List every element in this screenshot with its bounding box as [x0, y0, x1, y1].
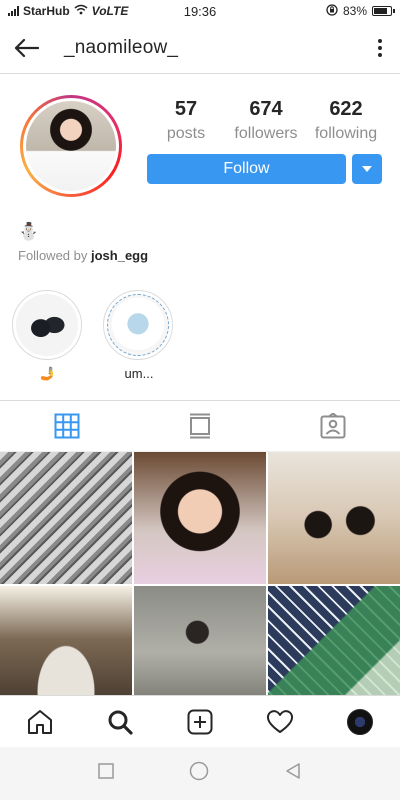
profile-avatar: [26, 101, 116, 191]
followers-count: 674: [249, 98, 283, 120]
tagged-icon: [320, 413, 346, 439]
highlight-label: um...: [124, 366, 154, 381]
profile-avatar-story-ring[interactable]: [20, 95, 122, 197]
follow-button[interactable]: Follow: [147, 154, 346, 184]
nav-home[interactable]: [0, 696, 80, 747]
feed-view-icon: [189, 413, 210, 439]
profile-username: _naomileow_: [64, 36, 179, 58]
post-thumbnail[interactable]: [134, 586, 266, 695]
post-thumbnail[interactable]: [134, 452, 266, 584]
posts-stat[interactable]: 57 posts: [146, 98, 226, 143]
battery-percent: 83%: [342, 4, 367, 18]
status-left: StarHub VoLTE: [8, 4, 128, 18]
back-triangle-icon: [286, 763, 301, 779]
kebab-menu-icon: [378, 39, 382, 43]
tab-feed[interactable]: [133, 401, 266, 451]
highlight-cover: [107, 294, 169, 356]
profile-stats: 57 posts 674 followers 622 following: [146, 98, 386, 143]
nav-profile[interactable]: [320, 696, 400, 747]
status-right: 83%: [326, 3, 395, 19]
grid-view-icon: [54, 413, 80, 439]
tab-tagged[interactable]: [267, 401, 400, 451]
posts-label: posts: [166, 125, 206, 142]
home-circle-icon: [189, 761, 209, 781]
system-home-button[interactable]: [189, 761, 209, 786]
followers-label: followers: [234, 125, 298, 142]
following-label: following: [314, 125, 378, 142]
signal-icon: [8, 6, 19, 16]
post-thumbnail[interactable]: [268, 586, 400, 695]
profile-header-bar: _naomileow_: [0, 22, 400, 74]
posts-count: 57: [174, 98, 198, 120]
bio-text: ⛄: [18, 222, 40, 241]
profile-tabs: [0, 400, 400, 452]
followed-by-prefix: Followed by: [18, 248, 91, 263]
arrow-left-icon: [14, 38, 39, 57]
post-grid: [0, 452, 400, 695]
carrier-name: StarHub: [23, 4, 70, 18]
following-count: 622: [329, 98, 363, 120]
story-highlight[interactable]: 🤳: [12, 290, 84, 382]
network-type: VoLTE: [91, 4, 129, 18]
search-icon: [108, 710, 133, 735]
post-thumbnail[interactable]: [0, 452, 132, 584]
lock-rotation-icon: [326, 3, 338, 19]
battery-icon: [372, 6, 395, 16]
recent-apps-icon: [97, 763, 114, 779]
profile-avatar-icon: [347, 708, 373, 735]
post-thumbnail[interactable]: [268, 452, 400, 584]
system-navigation-bar: [0, 747, 400, 800]
tab-grid[interactable]: [0, 401, 133, 451]
home-icon: [28, 709, 52, 734]
followed-by-text[interactable]: Followed by josh_egg: [18, 248, 148, 263]
activity-heart-icon: [266, 709, 294, 733]
wifi-icon: [74, 4, 88, 18]
nav-new-post[interactable]: [160, 696, 240, 747]
bottom-navigation: [0, 695, 400, 747]
back-button[interactable]: [0, 22, 52, 74]
more-options-button[interactable]: [370, 36, 390, 60]
nav-activity[interactable]: [240, 696, 320, 747]
recent-apps-button[interactable]: [97, 763, 114, 784]
story-highlight[interactable]: um...: [103, 290, 175, 381]
post-thumbnail[interactable]: [0, 586, 132, 695]
system-back-button[interactable]: [284, 762, 302, 785]
followers-stat[interactable]: 674 followers: [226, 98, 306, 143]
highlight-cover: [16, 294, 78, 356]
add-post-icon: [187, 709, 213, 734]
following-stat[interactable]: 622 following: [306, 98, 386, 143]
followed-by-user: josh_egg: [90, 248, 149, 263]
highlight-label: 🤳: [39, 366, 57, 381]
nav-search[interactable]: [80, 696, 160, 747]
suggested-accounts-dropdown-button[interactable]: [352, 154, 382, 184]
status-bar: StarHub VoLTE 19:36 83%: [0, 0, 400, 22]
